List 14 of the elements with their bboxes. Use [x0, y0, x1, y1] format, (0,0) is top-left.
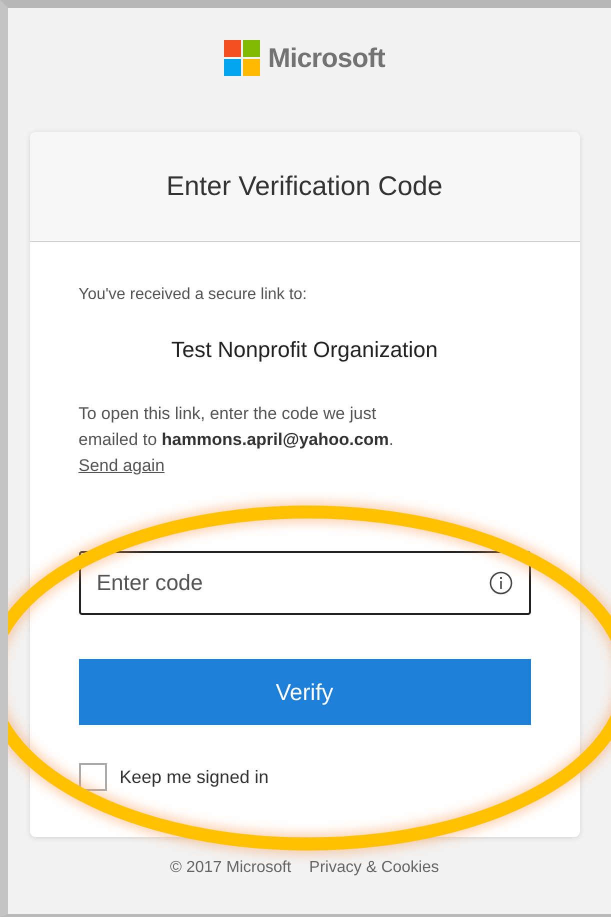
verify-button[interactable]: Verify [78, 659, 530, 725]
keep-signed-in-checkbox[interactable] [78, 763, 106, 791]
logo-icon [224, 40, 260, 76]
checkbox-label: Keep me signed in [120, 766, 269, 788]
card-title: Enter Verification Code [166, 171, 443, 202]
instructions-text: To open this link, enter the code we just emailed to hammons.april@yahoo.com. Send again [78, 403, 395, 477]
brand-name: Microsoft [268, 42, 385, 74]
send-again-link[interactable]: Send again [78, 456, 165, 475]
intro-text: You've received a secure link to: [78, 286, 308, 304]
copyright-text: © 2017 Microsoft [170, 859, 292, 877]
code-field[interactable]: Enter code [78, 551, 530, 615]
info-icon[interactable] [488, 571, 512, 595]
recipient-name: Test Nonprofit Organization [170, 337, 439, 363]
privacy-link[interactable]: Privacy & Cookies [309, 859, 439, 877]
